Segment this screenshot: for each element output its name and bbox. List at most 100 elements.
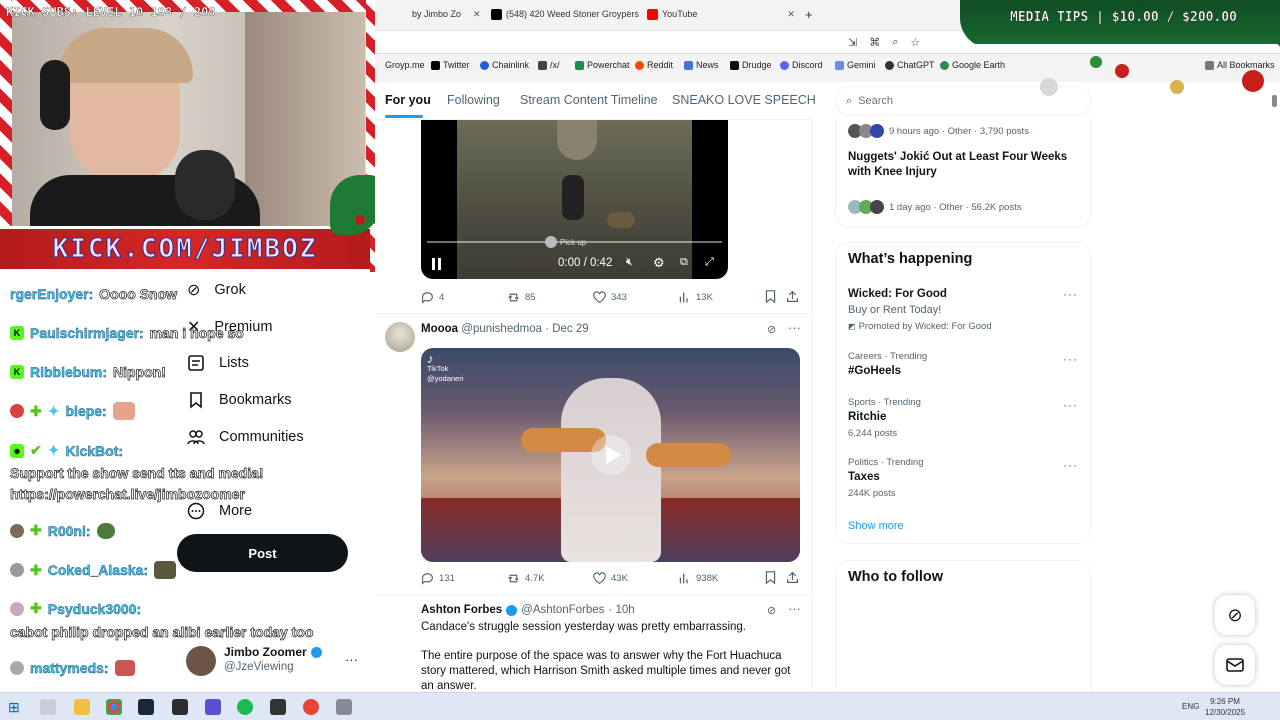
like-button[interactable]: 343 [593,291,627,304]
sidebar-item-bookmarks[interactable]: Bookmarks [187,391,292,409]
bookmark-item[interactable]: Powerchat [575,60,630,70]
steam-icon[interactable] [138,699,154,715]
author-name[interactable]: Ashton Forbes [421,604,502,616]
more-options-icon[interactable]: ··· [788,320,801,335]
video-player[interactable]: Pick up 0:00 / 0:42 🔇︎ ⚙ ⧉ ⤢ [421,120,728,279]
bookmark-item[interactable]: ChatGPT [885,60,935,70]
sidebar-item-grok[interactable]: ⊘ Grok [187,280,246,300]
author-name[interactable]: Moooa [421,323,458,335]
mute-icon[interactable]: 🔇︎ [626,256,633,269]
terminal-icon[interactable] [172,699,188,715]
browser-tab-2[interactable]: (548) 420 Weed Stoner Groypers ✕ [491,5,656,23]
bookmark-item[interactable]: /x/ [538,60,560,70]
repost-button[interactable]: 4.7K [507,572,545,585]
more-options-icon[interactable]: ··· [1063,458,1078,472]
search-input[interactable] [858,95,1059,107]
close-icon[interactable]: ✕ [787,9,795,20]
bookmark-item[interactable]: Reddit [635,60,673,70]
views-icon [679,292,688,303]
grok-icon[interactable]: ⊘ [767,323,776,336]
pause-icon[interactable] [431,257,443,270]
views-button[interactable]: 13K [678,291,713,304]
app-icon[interactable] [303,699,319,715]
more-options-icon[interactable]: ··· [1063,287,1078,301]
sidebar-item-communities[interactable]: Communities [187,428,304,446]
tab-following[interactable]: Following [447,93,500,107]
account-name[interactable]: Jimbo Zoomer [224,645,322,659]
translate-icon[interactable]: ⌘ [869,36,880,49]
reply-button[interactable]: 4 [421,291,444,304]
file-explorer-icon[interactable] [74,699,90,715]
new-tab-button[interactable]: + [805,5,813,23]
all-bookmarks[interactable]: All Bookmarks [1205,60,1275,70]
tab-stream-content-timeline[interactable]: Stream Content Timeline [520,93,658,107]
share-icon[interactable] [786,290,799,308]
author-handle[interactable]: @punishedmoa [461,323,542,335]
views-button[interactable]: 938K [678,572,718,585]
browser-tab-3[interactable]: YouTube ✕ [647,5,795,23]
repost-button[interactable]: 85 [507,291,536,304]
app-icon[interactable] [270,699,286,715]
scrollbar-thumb[interactable] [1272,95,1277,107]
settings-icon[interactable]: ⚙ [653,255,665,271]
spotify-icon[interactable] [237,699,253,715]
like-button[interactable]: 43K [593,572,628,585]
obs-icon[interactable] [205,699,221,715]
zoom-icon[interactable]: ⌕ [892,36,898,49]
trend-title[interactable]: Taxes [848,471,880,483]
star-icon[interactable]: ☆ [910,36,920,49]
bookmark-item[interactable]: Discord [780,60,823,70]
sidebar-item-premium[interactable]: ✕ Premium [187,317,272,337]
messages-button[interactable] [1215,645,1255,685]
bookmark-item[interactable]: Gemini [835,60,876,70]
bookmark-item[interactable]: News [684,60,719,70]
more-options-icon[interactable]: ··· [788,601,801,616]
author-handle[interactable]: @AshtonForbes [521,604,604,616]
sidebar-item-lists[interactable]: Lists [187,354,249,372]
communities-icon [187,430,205,445]
avatar[interactable] [186,646,216,676]
chrome-icon[interactable] [106,699,122,715]
clock[interactable]: 9:26 PM 12/30/2025 [1205,696,1245,718]
install-icon[interactable]: ⇲ [848,36,857,49]
more-options-icon[interactable]: ··· [1063,352,1078,366]
post-video[interactable]: ♪ TikTok @yodaneri [421,348,800,562]
close-icon[interactable]: ✕ [473,9,481,20]
sidebar-item-more[interactable]: More [187,502,252,520]
promo-title[interactable]: Wicked: For Good [848,288,947,300]
grok-icon[interactable]: ⊘ [767,604,776,617]
reply-button[interactable]: 131 [421,572,455,585]
more-options-icon[interactable]: ··· [1063,398,1078,412]
news-title[interactable]: Nuggets' Jokić Out at Least Four Weeks w… [848,150,1073,180]
grok-button[interactable]: ⊘ [1215,595,1255,635]
trend-title[interactable]: Ritchie [848,411,886,423]
browser-tab-1[interactable]: by Jimbo Zo ✕ [412,5,481,23]
language-indicator[interactable]: ENG [1182,702,1199,711]
section-title: Who to follow [848,569,944,585]
tab-for-you[interactable]: For you [385,93,431,107]
share-icon[interactable] [786,571,799,589]
app-icon[interactable] [336,699,352,715]
bookmark-icon[interactable] [764,571,777,589]
repost-icon [508,574,519,583]
trend-title[interactable]: #GoHeels [848,365,901,377]
tab-sneako-love-speech[interactable]: SNEAKO LOVE SPEECH [672,93,816,107]
post-button[interactable]: Post [177,534,348,572]
post-date[interactable]: · Dec 29 [545,323,588,335]
show-more-link[interactable]: Show more [848,520,904,532]
bookmark-item[interactable]: Google Earth [940,60,1005,70]
play-icon[interactable] [591,435,631,475]
avatar[interactable] [385,322,415,352]
pip-icon[interactable]: ⧉ [680,256,688,269]
windows-start-icon[interactable]: ⊞ [8,699,24,715]
fullscreen-icon[interactable]: ⤢ [705,256,714,269]
bookmark-item[interactable]: Twitter [431,60,470,70]
bookmark-item[interactable]: Drudge [730,60,772,70]
avatar [545,236,557,248]
bookmark-item[interactable]: Groyp.me [385,60,425,70]
bookmark-item[interactable]: Chainlink [480,60,529,70]
bookmark-icon[interactable] [764,290,777,308]
post-date[interactable]: · 10h [608,604,634,616]
task-view-icon[interactable] [40,699,56,715]
account-menu-icon[interactable]: ··· [345,652,358,667]
